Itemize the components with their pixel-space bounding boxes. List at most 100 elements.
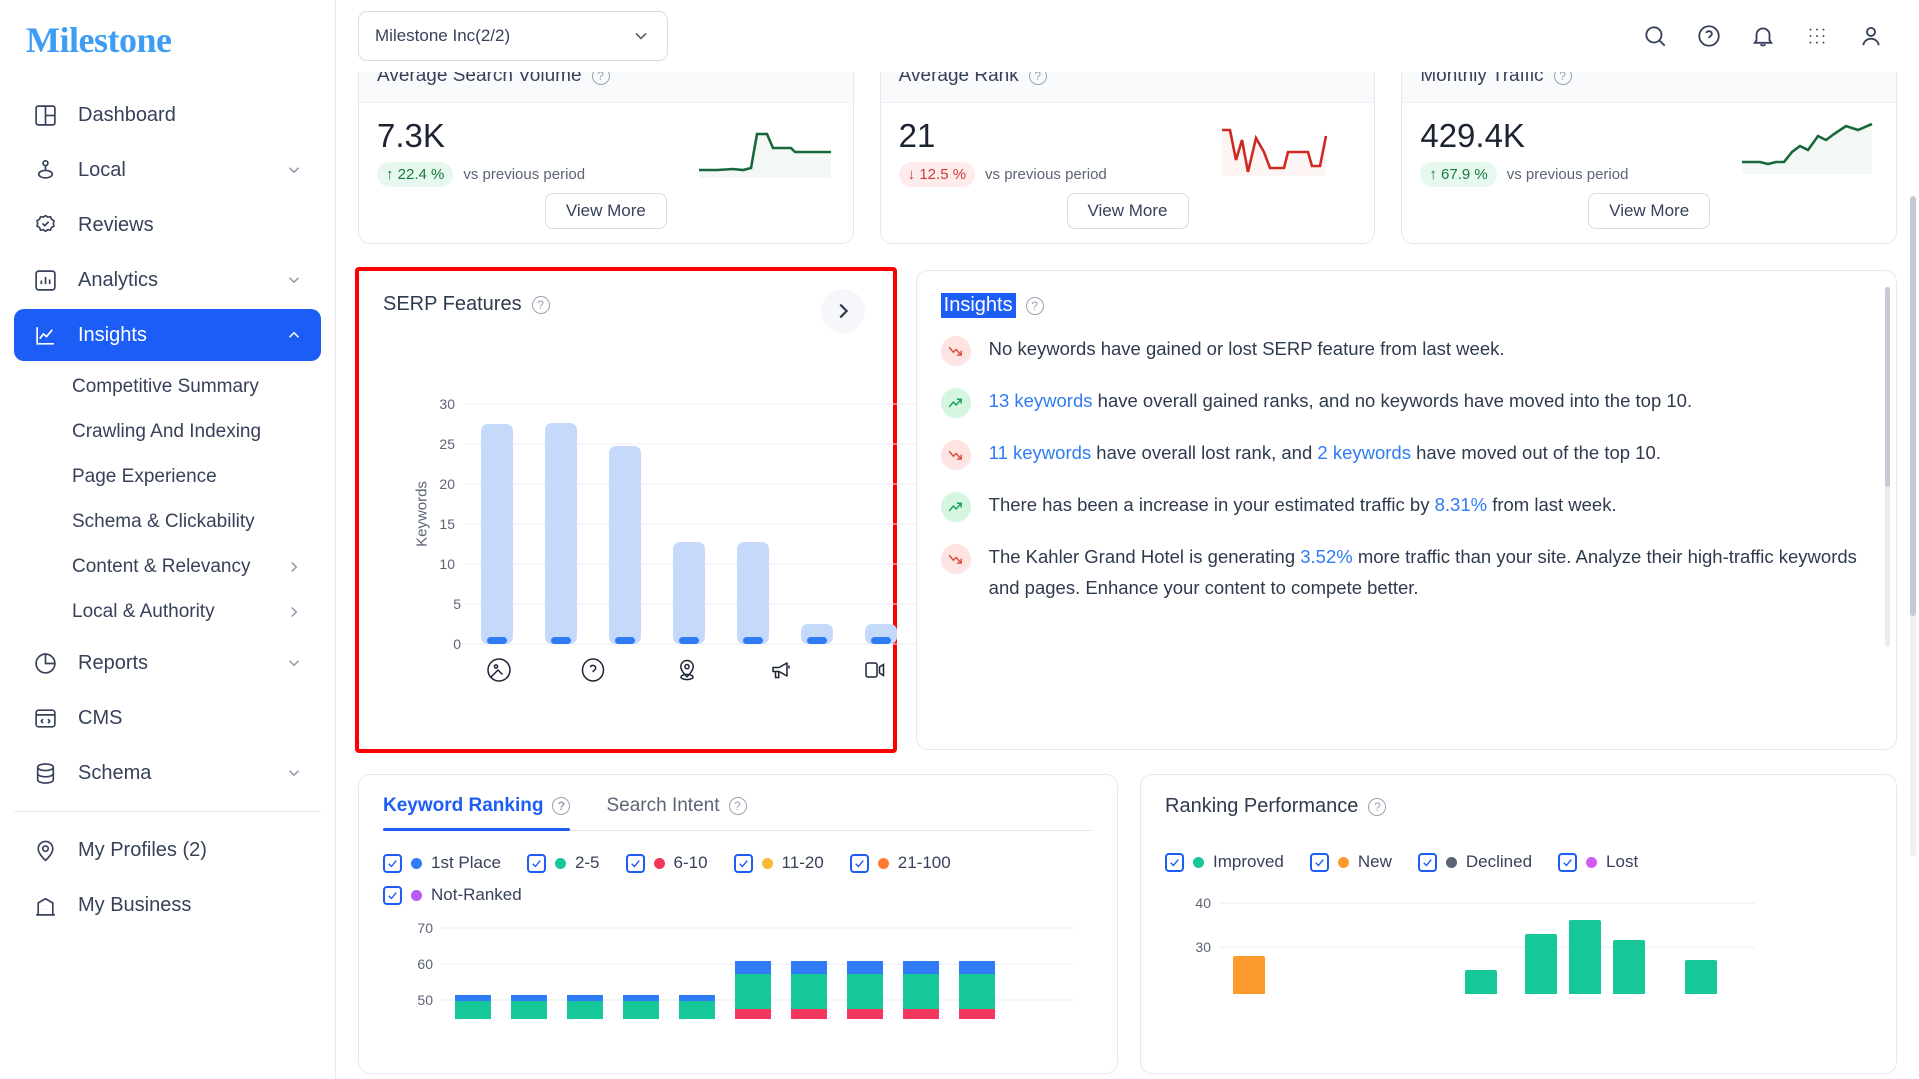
topbar-icons [1641, 22, 1897, 50]
help-circle-icon[interactable] [1695, 22, 1723, 50]
insight-link[interactable]: 8.31% [1435, 494, 1487, 515]
sidebar-item-local[interactable]: Local [14, 144, 321, 196]
sidebar-item-my-profiles[interactable]: My Profiles (2) [14, 824, 321, 876]
checkbox-icon[interactable] [526, 853, 546, 873]
legend-label: Improved [1213, 852, 1284, 871]
help-icon[interactable]: ? [1368, 797, 1387, 816]
legend-item-improved[interactable]: Improved [1165, 852, 1284, 872]
bell-icon[interactable] [1749, 22, 1777, 50]
checkbox-icon[interactable] [1417, 852, 1437, 872]
chevron-up-icon[interactable] [285, 326, 303, 344]
serp-next-button[interactable] [820, 289, 865, 333]
view-more-button[interactable]: View More [1066, 193, 1189, 229]
tab-search-intent[interactable]: Search Intent ? [606, 795, 747, 830]
sidebar-subitem-crawling-and-indexing[interactable]: Crawling And Indexing [14, 409, 321, 454]
sidebar-subitem-competitive-summary[interactable]: Competitive Summary [14, 364, 321, 409]
insight-link[interactable]: 11 keywords [989, 442, 1091, 463]
sidebar-item-label: Dashboard [78, 103, 176, 126]
legend-label: Lost [1606, 852, 1639, 871]
sidebar-subitem-label: Competitive Summary [72, 375, 259, 397]
serp-plot: Keywords 30 25 20 15 10 5 0 [383, 334, 1081, 694]
chevron-right-icon[interactable] [285, 603, 303, 621]
checkbox-icon[interactable] [1165, 852, 1184, 872]
search-icon[interactable] [1641, 22, 1669, 50]
ranking-performance-bar-chart: 40 30 [1195, 895, 1755, 996]
view-more-button[interactable]: View More [544, 193, 667, 229]
legend-color-dot [411, 857, 422, 869]
ranking-performance-plot: 40 30 [1165, 894, 1872, 999]
sidebar-item-reviews[interactable]: Reviews [14, 199, 321, 251]
kpi-header: Average Rank ? [880, 72, 1375, 103]
sidebar-item-analytics[interactable]: Analytics [14, 254, 321, 306]
legend-item-2-5[interactable]: 2-5 [526, 853, 600, 873]
sidebar-item-my-business[interactable]: My Business [14, 879, 321, 931]
chevron-down-icon[interactable] [285, 654, 303, 672]
help-icon[interactable]: ? [1025, 296, 1044, 315]
help-icon[interactable]: ? [531, 295, 550, 314]
brand-logo[interactable]: Milestone [0, 0, 335, 86]
kpi-title: Average Search Volume [377, 72, 582, 86]
sidebar-subitem-local-authority[interactable]: Local & Authority [14, 589, 321, 634]
legend-color-dot [761, 857, 773, 869]
svg-text:25: 25 [439, 436, 455, 452]
ranking-performance-legend: Improved New Declined Lost [1165, 852, 1872, 872]
kpi-delta-badge: ↑ 67.9 % [1420, 162, 1497, 188]
sidebar-item-reports[interactable]: Reports [14, 637, 321, 689]
sidebar-subitem-content-relevancy[interactable]: Content & Relevancy [14, 544, 321, 589]
view-more-button[interactable]: View More [1588, 193, 1711, 229]
insights-scrollbar[interactable] [1885, 287, 1890, 647]
sidebar-item-dashboard[interactable]: Dashboard [14, 89, 321, 141]
sidebar-subitem-schema-clickability[interactable]: Schema & Clickability [14, 499, 321, 544]
location-pin-icon [680, 659, 694, 681]
kpi-body: 429.4K ↑ 67.9 % vs previous period [1402, 103, 1896, 191]
checkbox-icon[interactable] [383, 885, 402, 905]
sidebar-item-cms[interactable]: CMS [14, 692, 321, 744]
legend-item-11-20[interactable]: 11-20 [733, 853, 824, 873]
legend-item-21-100[interactable]: 21-100 [849, 853, 951, 873]
user-account-icon[interactable] [1857, 22, 1885, 50]
checkbox-icon[interactable] [1558, 852, 1578, 872]
chevron-down-icon[interactable] [285, 764, 303, 782]
insights-header: Insights ? [940, 293, 1880, 318]
chevron-right-icon[interactable] [285, 558, 303, 576]
dashboard-icon [32, 102, 58, 128]
help-icon[interactable]: ? [552, 797, 571, 815]
chevron-down-icon[interactable] [285, 161, 303, 179]
insight-link[interactable]: 3.52% [1300, 546, 1352, 567]
help-icon[interactable]: ? [591, 72, 610, 85]
legend-item-declined[interactable]: Declined [1417, 852, 1532, 872]
chevron-right-icon [839, 303, 848, 319]
insights-list: No keywords have gained or lost SERP fea… [940, 334, 1880, 724]
sidebar-item-schema[interactable]: Schema [14, 747, 321, 799]
legend-item-1st-place[interactable]: 1st Place [383, 853, 501, 873]
kpi-value: 7.3K [377, 116, 445, 154]
svg-text:50: 50 [417, 992, 433, 1008]
svg-text:5: 5 [453, 596, 461, 612]
insight-link[interactable]: 13 keywords [989, 390, 1093, 411]
help-icon[interactable]: ? [1553, 72, 1572, 85]
checkbox-icon[interactable] [849, 853, 869, 873]
tab-keyword-ranking[interactable]: Keyword Ranking ? [383, 795, 571, 831]
legend-item-new[interactable]: New [1309, 852, 1392, 872]
checkbox-icon[interactable] [733, 853, 753, 873]
sidebar-subitem-page-experience[interactable]: Page Experience [14, 454, 321, 499]
sidebar-item-insights[interactable]: Insights [14, 309, 321, 361]
sidebar-subitem-label: Local & Authority [72, 600, 215, 622]
insight-link[interactable]: 2 keywords [1317, 442, 1411, 463]
legend-item-6-10[interactable]: 6-10 [625, 853, 708, 873]
page-scrollbar[interactable] [1910, 196, 1916, 856]
legend-label: 11-20 [781, 853, 824, 872]
apps-grid-icon[interactable] [1803, 22, 1831, 50]
help-icon[interactable]: ? [728, 797, 747, 815]
kpi-sparkline [698, 132, 831, 178]
checkbox-icon[interactable] [625, 853, 645, 873]
chevron-down-icon[interactable] [285, 271, 303, 289]
sidebar-item-label: Local [78, 158, 126, 181]
legend-item-not-ranked[interactable]: Not-Ranked [383, 885, 1093, 905]
account-selector[interactable]: Milestone Inc(2/2) [358, 11, 668, 61]
insight-item: The Kahler Grand Hotel is generating 3.5… [940, 542, 1858, 603]
help-icon[interactable]: ? [1028, 72, 1047, 85]
checkbox-icon[interactable] [383, 853, 402, 873]
legend-item-lost[interactable]: Lost [1558, 852, 1638, 872]
checkbox-icon[interactable] [1309, 852, 1329, 872]
